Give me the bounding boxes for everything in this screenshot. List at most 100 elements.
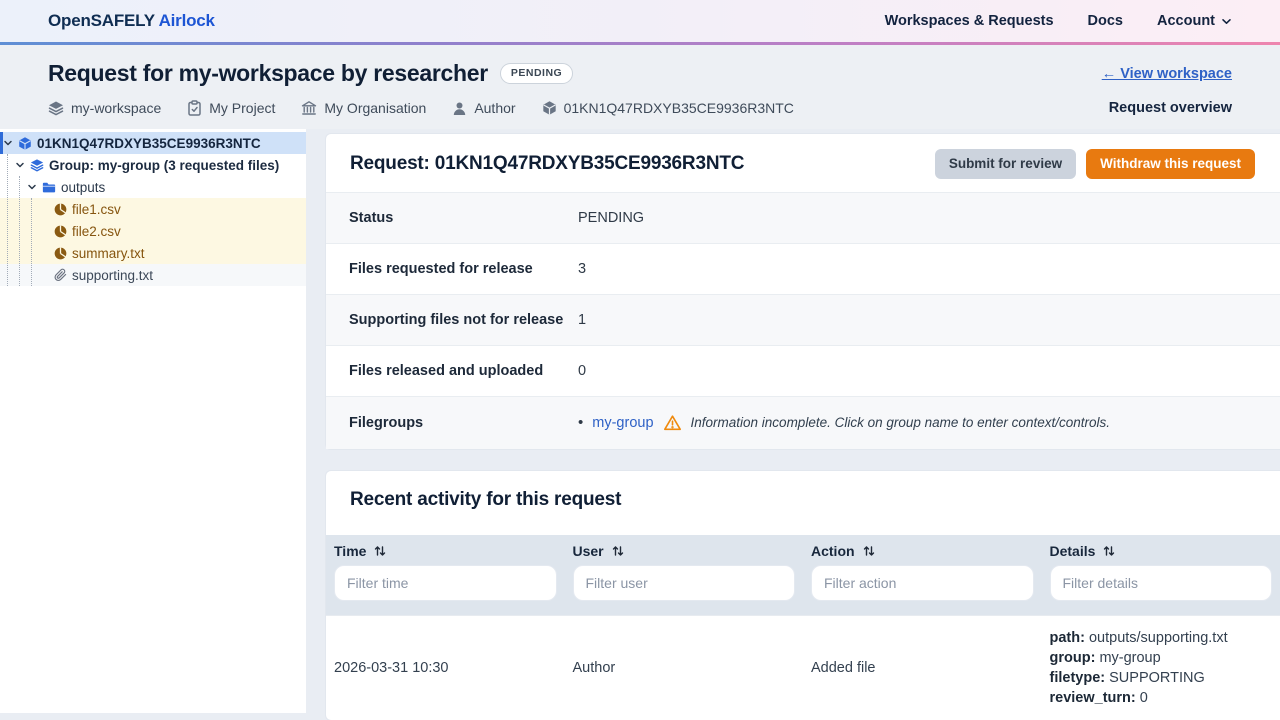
warning-icon bbox=[663, 414, 682, 432]
meta-organisation-label: My Organisation bbox=[324, 100, 427, 116]
tree-item-outputs-folder[interactable]: outputs bbox=[0, 176, 306, 198]
column-header-details[interactable]: Details bbox=[1041, 534, 1280, 565]
main-content: Request: 01KN1Q47RDXYB35CE9936R3NTC Subm… bbox=[325, 129, 1280, 720]
activity-table: Time User Action Details Filter time Fil… bbox=[326, 534, 1280, 720]
chevron-down-icon[interactable] bbox=[27, 182, 37, 192]
nav-account-label: Account bbox=[1157, 13, 1215, 29]
column-label: Action bbox=[811, 542, 855, 559]
pie-chart-icon bbox=[54, 247, 67, 260]
summary-row-supporting-files: Supporting files not for release 1 bbox=[326, 293, 1280, 345]
bank-icon bbox=[301, 100, 317, 116]
withdraw-request-button[interactable]: Withdraw this request bbox=[1086, 149, 1255, 179]
nav-account-menu[interactable]: Account bbox=[1157, 13, 1232, 29]
column-header-action[interactable]: Action bbox=[803, 534, 1042, 565]
nav-docs[interactable]: Docs bbox=[1088, 13, 1123, 29]
page-header: Request for my-workspace by researcher P… bbox=[0, 45, 1280, 129]
filegroup-link[interactable]: my-group bbox=[592, 415, 653, 431]
tree-request-id-label: 01KN1Q47RDXYB35CE9936R3NTC bbox=[37, 135, 261, 151]
logo-primary: OpenSAFELY bbox=[48, 11, 155, 30]
summary-value: PENDING bbox=[578, 209, 645, 226]
sort-icon[interactable] bbox=[1103, 545, 1115, 557]
column-header-time[interactable]: Time bbox=[326, 534, 565, 565]
page-title: Request for my-workspace by researcher bbox=[48, 60, 488, 86]
pie-chart-icon bbox=[54, 203, 67, 216]
detail-value: SUPPORTING bbox=[1109, 669, 1205, 686]
sort-icon[interactable] bbox=[612, 545, 624, 557]
file-tree: 01KN1Q47RDXYB35CE9936R3NTC Group: my-gro… bbox=[0, 132, 306, 286]
clipboard-icon bbox=[187, 100, 202, 116]
bullet: • bbox=[578, 414, 584, 431]
summary-label: Files requested for release bbox=[349, 260, 533, 277]
tree-file-label: file2.csv bbox=[72, 223, 121, 239]
filter-user-input[interactable] bbox=[572, 564, 795, 601]
tree-outputs-label: outputs bbox=[61, 179, 106, 195]
meta-workspace: my-workspace bbox=[48, 100, 161, 116]
detail-key: filetype: bbox=[1049, 669, 1106, 686]
detail-value: my-group bbox=[1099, 649, 1161, 666]
sort-icon[interactable] bbox=[374, 545, 386, 557]
detail-key: group: bbox=[1049, 649, 1096, 666]
nav-workspaces-requests[interactable]: Workspaces & Requests bbox=[885, 13, 1054, 29]
summary-row-filegroups: Filegroups • my-group Information incomp… bbox=[326, 395, 1280, 449]
column-label: Time bbox=[334, 542, 367, 559]
meta-request-id: 01KN1Q47RDXYB35CE9936R3NTC bbox=[542, 100, 794, 116]
sort-icon[interactable] bbox=[863, 545, 875, 557]
tree-guide bbox=[7, 154, 8, 286]
summary-label: Status bbox=[349, 209, 394, 226]
tree-item-summary[interactable]: summary.txt bbox=[0, 242, 306, 264]
package-icon bbox=[542, 100, 557, 116]
tree-guide bbox=[19, 176, 20, 286]
tree-item-group[interactable]: Group: my-group (3 requested files) bbox=[0, 154, 306, 176]
chevron-down-icon bbox=[1221, 16, 1232, 27]
app-logo[interactable]: OpenSAFELY Airlock bbox=[48, 11, 215, 31]
tree-item-request-root[interactable]: 01KN1Q47RDXYB35CE9936R3NTC bbox=[0, 132, 306, 154]
meta-author-label: Author bbox=[474, 100, 516, 116]
request-meta: my-workspace My Project My Organisation … bbox=[48, 100, 794, 116]
detail-value: outputs/supporting.txt bbox=[1088, 629, 1228, 646]
recent-activity-card: Recent activity for this request Time Us… bbox=[325, 469, 1280, 720]
detail-value: 0 bbox=[1139, 689, 1148, 706]
nav-links: Workspaces & Requests Docs Account bbox=[885, 13, 1232, 29]
tree-item-file1[interactable]: file1.csv bbox=[0, 198, 306, 220]
chevron-down-icon[interactable] bbox=[3, 138, 13, 148]
detail-key: path: bbox=[1049, 629, 1085, 646]
filter-time-input[interactable] bbox=[334, 564, 557, 601]
sidebar-content-gap bbox=[306, 129, 325, 713]
activity-card-title: Recent activity for this request bbox=[350, 488, 622, 510]
package-icon bbox=[18, 136, 32, 151]
pie-chart-icon bbox=[54, 225, 67, 238]
logo-secondary: Airlock bbox=[158, 11, 215, 30]
summary-row-files-released: Files released and uploaded 0 bbox=[326, 344, 1280, 396]
tree-guide bbox=[31, 198, 32, 286]
request-summary-card: Request: 01KN1Q47RDXYB35CE9936R3NTC Subm… bbox=[325, 133, 1280, 450]
column-header-user[interactable]: User bbox=[564, 534, 803, 565]
meta-author: Author bbox=[452, 100, 516, 116]
summary-label: Filegroups bbox=[349, 414, 424, 431]
tree-file-label: summary.txt bbox=[72, 245, 145, 261]
tree-file-label: file1.csv bbox=[72, 201, 121, 217]
meta-project: My Project bbox=[187, 100, 275, 116]
user-icon bbox=[452, 101, 467, 116]
top-navbar: OpenSAFELY Airlock Workspaces & Requests… bbox=[0, 0, 1280, 45]
tree-item-file2[interactable]: file2.csv bbox=[0, 220, 306, 242]
tree-item-supporting[interactable]: supporting.txt bbox=[0, 264, 306, 286]
column-label: Details bbox=[1049, 542, 1096, 559]
meta-organisation: My Organisation bbox=[301, 100, 426, 116]
meta-workspace-label: my-workspace bbox=[71, 100, 162, 116]
activity-time: 2026-03-31 10:30 bbox=[326, 614, 565, 720]
request-overview-label: Request overview bbox=[1108, 100, 1232, 116]
column-label: User bbox=[572, 542, 604, 559]
view-workspace-link[interactable]: ← View workspace bbox=[1102, 66, 1232, 82]
filter-details-input[interactable] bbox=[1049, 564, 1272, 601]
activity-details: path: outputs/supporting.txt group: my-g… bbox=[1041, 614, 1280, 720]
submit-for-review-button[interactable]: Submit for review bbox=[934, 149, 1077, 179]
file-tree-sidebar: 01KN1Q47RDXYB35CE9936R3NTC Group: my-gro… bbox=[0, 129, 306, 713]
chevron-down-icon[interactable] bbox=[15, 160, 25, 170]
status-badge: PENDING bbox=[499, 63, 574, 84]
activity-action: Added file bbox=[803, 614, 1042, 720]
filter-action-input[interactable] bbox=[811, 564, 1034, 601]
tree-group-label: Group: my-group (3 requested files) bbox=[49, 157, 280, 173]
meta-project-label: My Project bbox=[209, 100, 276, 116]
summary-label: Supporting files not for release bbox=[349, 311, 564, 328]
folder-icon bbox=[42, 181, 56, 194]
